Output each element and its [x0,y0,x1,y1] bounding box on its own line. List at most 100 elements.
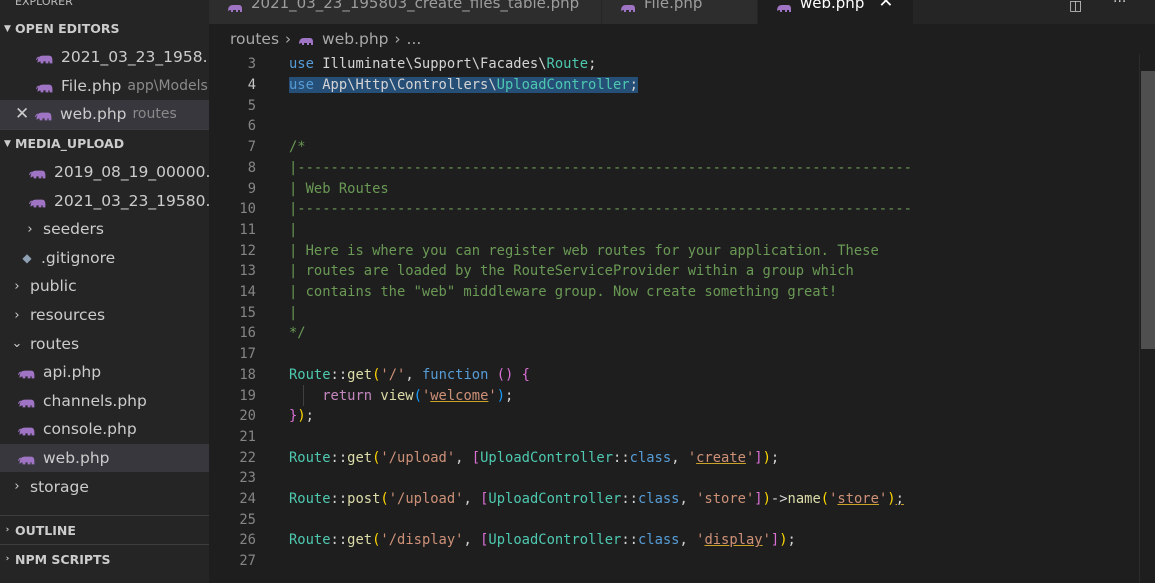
explorer-sidebar: EXPLORER ··· ▼ OPEN EDITORS 2021_03_23_1… [0,0,209,583]
php-file-icon [29,166,46,179]
code-text: |---------------------------------------… [289,159,912,176]
line-number: 7 [247,139,256,156]
code-text: Route::get('/', function () { [289,366,530,383]
code-line: 20 }); [209,406,1139,427]
tab-close-icon[interactable]: ✕ [878,0,893,12]
line-number: 19 [239,387,256,404]
tab-file-php[interactable]: File.php [602,0,758,24]
line-number: 10 [239,201,256,218]
php-file-icon [226,0,243,12]
code-line-current: 4 use App\Http\Controllers\UploadControl… [209,75,1139,96]
file-label: api.php [43,363,102,382]
explorer-title: EXPLORER ··· [0,0,209,14]
code-line: 22 Route::get('/upload', [UploadControll… [209,447,1139,468]
code-text: | [289,221,298,238]
code-line: 24 Route::post('/upload', [UploadControl… [209,489,1139,510]
line-number: 11 [239,221,256,238]
breadcrumb-folder[interactable]: routes [230,30,279,48]
chevron-right-icon: › [14,278,20,294]
project-header[interactable]: ▼ MEDIA_UPLOAD [0,130,209,158]
open-editor-description: routes [132,106,177,123]
breadcrumb-rest[interactable]: ... [407,30,422,48]
file-label: 2019_08_19_00000... [54,163,209,182]
breadcrumb-file[interactable]: web.php [322,30,388,48]
split-editor-icon[interactable]: ◫ [1069,0,1082,14]
folder-label: seeders [43,220,104,239]
folder-item-storage[interactable]: › storage [0,472,209,501]
line-number: 17 [239,346,256,363]
folder-item-resources[interactable]: › resources [0,301,209,330]
php-file-icon [775,0,792,12]
close-icon[interactable]: ✕ [15,104,29,124]
file-item-selected[interactable]: web.php [0,443,209,473]
npm-scripts-section[interactable]: › NPM SCRIPTS [0,544,209,573]
code-text: | Here is where you can register web rou… [289,242,879,259]
code-line: 11 | [209,220,1139,241]
file-item[interactable]: 2019_08_19_00000... [0,158,209,187]
explorer-title-text: EXPLORER [15,0,73,8]
open-editor-label: 2021_03_23_1958... [61,48,209,67]
folder-item-public[interactable]: › public [0,272,209,301]
code-text: |---------------------------------------… [289,201,912,218]
tab-migration[interactable]: 2021_03_23_195803_create_files_table.php [209,0,602,24]
chevron-right-icon: › [27,221,33,237]
scrollbar-thumb[interactable] [1141,71,1155,349]
folder-item-routes[interactable]: ⌄ routes [0,329,209,358]
code-text: Route::get('/display', [UploadController… [289,532,796,549]
tab-web-php[interactable]: web.php ✕ [758,0,914,24]
open-editor-label: web.php [60,105,127,124]
git-diamond-icon: ◆ [22,250,32,265]
php-file-icon [35,108,52,121]
php-file-icon [619,0,636,12]
code-line: 6 [209,116,1139,137]
tab-bar: 2021_03_23_195803_create_files_table.php… [209,0,1155,24]
chevron-right-icon: › [5,525,10,535]
line-number: 8 [247,159,256,176]
folder-label: resources [30,306,106,325]
file-item[interactable]: channels.php [0,387,209,416]
php-file-icon [36,51,53,64]
code-line: 18 Route::get('/', function () { [209,365,1139,386]
line-number: 20 [239,408,256,425]
code-line: 21 [209,427,1139,448]
open-editors-header[interactable]: ▼ OPEN EDITORS [0,14,209,43]
file-item[interactable]: api.php [0,358,209,387]
open-editors-label: OPEN EDITORS [15,21,120,36]
file-label: 2021_03_23_19580... [54,191,209,210]
code-line: 3 use Illuminate\Support\Facades\Route; [209,54,1139,75]
open-editor-item[interactable]: File.php app\Models [0,72,209,101]
outline-label: OUTLINE [15,522,76,538]
more-actions-icon[interactable]: ··· [1113,0,1126,10]
code-editor[interactable]: 3 use Illuminate\Support\Facades\Route; … [209,54,1139,583]
chevron-right-icon: › [394,30,401,48]
line-number: 21 [239,428,256,445]
line-number: 13 [239,263,256,280]
vertical-scrollbar[interactable] [1139,54,1155,583]
outline-section[interactable]: › OUTLINE [0,515,209,544]
open-editor-item-active[interactable]: ✕ web.php routes [0,100,209,129]
file-item[interactable]: 2021_03_23_19580... [0,186,209,215]
file-label: .gitignore [41,248,116,267]
php-file-icon [18,423,35,436]
chevron-right-icon: › [14,307,20,323]
tab-label: 2021_03_23_195803_create_files_table.php [251,0,580,12]
chevron-down-icon: ▼ [4,23,11,34]
code-line: 27 [209,551,1139,572]
chevron-down-icon: ▼ [4,138,11,149]
chevron-down-icon: ⌄ [11,336,23,352]
code-text: return view('welcome'); [322,387,514,404]
code-line: 5 [209,95,1139,116]
line-number: 25 [239,511,256,528]
line-number: 23 [239,470,256,487]
file-item-gitignore[interactable]: ◆ .gitignore [0,244,209,273]
code-text: | [289,304,298,321]
npm-scripts-label: NPM SCRIPTS [15,551,111,567]
php-file-icon [18,395,35,408]
folder-label: storage [30,477,89,496]
folder-item-seeders[interactable]: › seeders [0,215,209,244]
php-file-icon [18,366,35,379]
line-number: 6 [247,118,256,135]
open-editor-item[interactable]: 2021_03_23_1958... [0,43,209,72]
file-item[interactable]: console.php [0,415,209,444]
line-number: 24 [239,491,256,508]
